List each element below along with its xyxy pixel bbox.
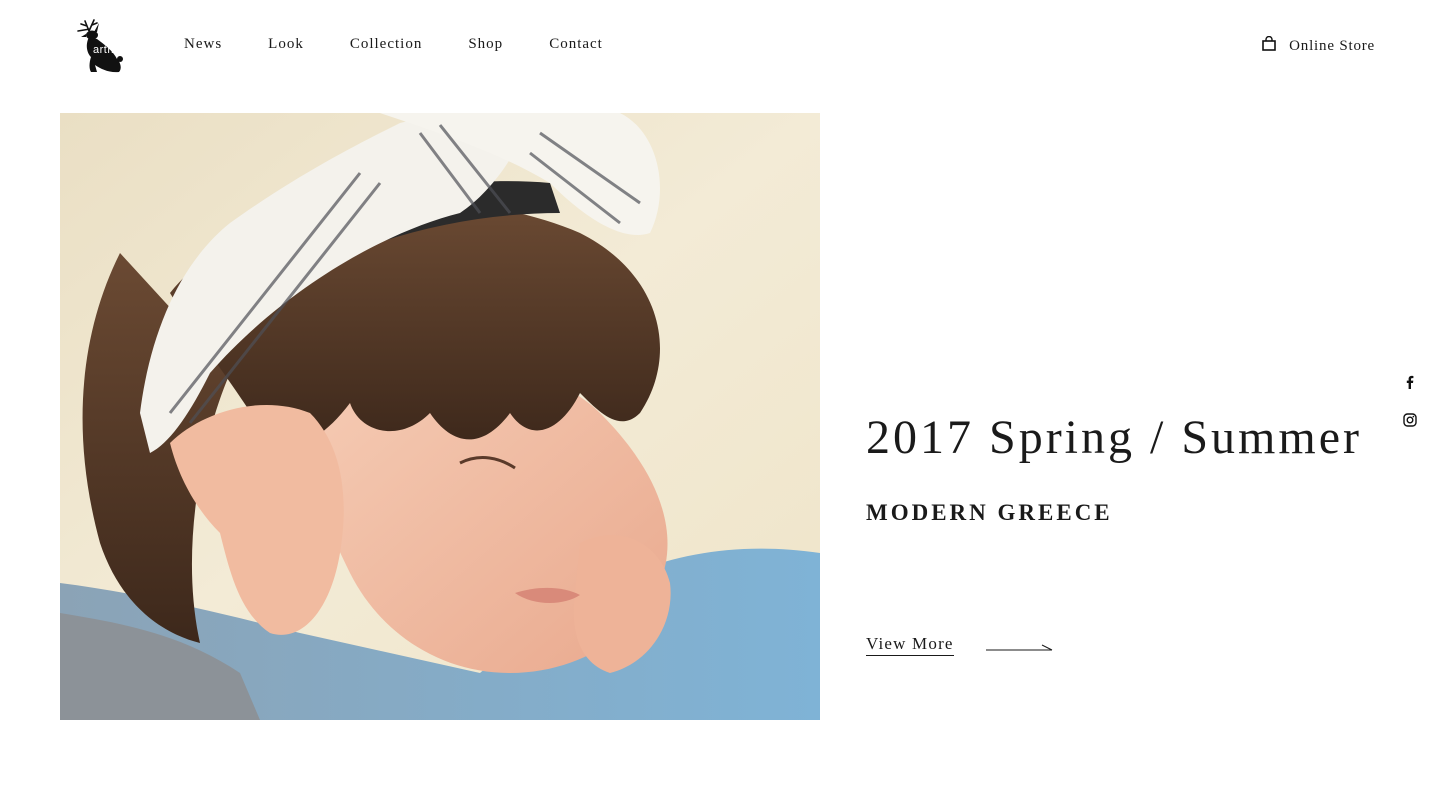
facebook-icon — [1406, 375, 1414, 389]
view-more-label: View More — [866, 633, 954, 656]
instagram-link[interactable] — [1400, 410, 1420, 430]
season-title: 2017 Spring / Summer — [866, 411, 1363, 464]
arrow-right-icon — [985, 644, 1052, 650]
nav-item-news[interactable]: News — [184, 34, 222, 56]
facebook-link[interactable] — [1400, 372, 1420, 392]
hero-photo — [60, 113, 820, 720]
logo-text: arth — [93, 44, 114, 56]
online-store-link[interactable]: Online Store — [1261, 36, 1375, 56]
social-links — [1400, 372, 1420, 448]
collection-title: MODERN GREECE — [866, 500, 1113, 525]
main-nav: News Look Collection Shop Contact — [184, 34, 649, 56]
nav-item-contact[interactable]: Contact — [549, 34, 603, 56]
nav-item-shop[interactable]: Shop — [468, 34, 503, 56]
nav-item-look[interactable]: Look — [268, 34, 304, 56]
brand-logo[interactable]: arth — [75, 17, 125, 75]
online-store-label: Online Store — [1289, 38, 1375, 54]
shopping-bag-icon — [1262, 36, 1276, 51]
nav-item-collection[interactable]: Collection — [350, 34, 423, 56]
instagram-icon — [1403, 413, 1417, 427]
view-more-link[interactable]: View More — [866, 633, 1054, 656]
page: arth News Look Collection Shop Contact O… — [0, 0, 1440, 803]
hero-image — [60, 113, 820, 720]
